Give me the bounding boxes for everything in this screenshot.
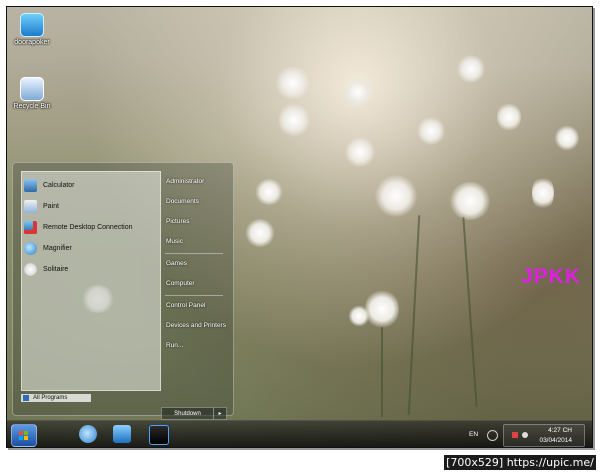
program-label: Calculator [43,181,75,189]
wallpaper-flower [417,117,445,145]
wallpaper-stem [381,327,383,417]
clock-date: 03/04/2014 [539,437,572,444]
watermark-text: JPKK [521,265,582,288]
program-paint[interactable]: Paint [24,196,59,216]
shutdown-button[interactable]: Shutdown [161,407,214,420]
wallpaper-flower [349,305,369,327]
wallpaper-flower [275,67,311,99]
place-games[interactable]: Games [166,260,187,267]
internet-explorer-icon[interactable] [79,425,97,443]
media-player-icon[interactable] [149,425,169,445]
wallpaper-flower [255,179,283,205]
program-remote-desktop[interactable]: Remote Desktop Connection [24,217,133,237]
wallpaper-flower [457,55,485,83]
place-computer[interactable]: Computer [166,280,195,287]
image-host-caption: [700x529] https://upic.me/ [444,455,596,470]
wallpaper-flower [497,102,521,132]
magnifier-icon [24,241,37,255]
desktop-icon-computer[interactable]: doorapoker [9,13,55,46]
desktop-icon-label: doorapoker [14,39,50,46]
all-programs-button[interactable]: All Programs [21,394,91,402]
clock[interactable]: 4:27 CH 03/04/2014 [503,424,585,447]
remote-desktop-icon [24,220,37,234]
wallpaper-stem [407,215,421,415]
desktop-screenshot: doorapoker Recycle Bin JPKK Calculator P… [6,6,593,448]
network-icon[interactable] [487,430,498,441]
taskbar: EN 4:27 CH 03/04/2014 [7,420,592,447]
language-indicator[interactable]: EN [469,431,478,438]
clock-time: 4:27 CH [548,427,572,434]
program-magnifier[interactable]: Magnifier [24,238,72,258]
wallpaper-flower [375,175,417,217]
wallpaper-flower [345,137,375,167]
place-music[interactable]: Music [166,238,183,245]
desktop-icon-recycle-bin[interactable]: Recycle Bin [9,77,55,110]
wallpaper-flower [532,175,554,211]
wallpaper-flower [245,219,275,247]
wallpaper-flower [343,77,373,107]
start-menu-programs-panel: Calculator Paint Remote Desktop Connecti… [21,171,161,391]
calculator-icon [24,178,37,192]
place-run[interactable]: Run... [166,342,183,349]
wallpaper-flower [279,102,309,138]
wallpaper-flower [555,125,579,151]
windows-logo-icon [19,431,29,440]
program-label: Paint [43,202,59,210]
program-label: Remote Desktop Connection [43,223,133,231]
place-control-panel[interactable]: Control Panel [166,302,205,309]
all-programs-arrow-icon [23,395,29,401]
solitaire-icon [24,262,37,276]
place-documents[interactable]: Documents [166,198,199,205]
wallpaper-stem [462,217,478,407]
shutdown-options-button[interactable]: ▸ [213,407,227,420]
library-icon[interactable] [113,425,131,443]
program-calculator[interactable]: Calculator [24,175,75,195]
program-solitaire[interactable]: Solitaire [24,259,68,279]
computer-icon [20,13,44,37]
volume-icon[interactable] [522,432,528,438]
all-programs-label: All Programs [33,395,68,401]
action-center-icon[interactable] [512,432,518,438]
wallpaper-flower [449,182,491,220]
program-label: Magnifier [43,244,72,252]
program-label: Solitaire [43,265,69,273]
place-administrator[interactable]: Administrator [166,178,204,185]
start-menu: Calculator Paint Remote Desktop Connecti… [12,162,234,420]
recycle-bin-icon [20,77,44,101]
places-divider [165,295,223,296]
desktop-icon-label: Recycle Bin [13,103,51,110]
places-divider [165,253,223,254]
paint-icon [24,199,37,213]
place-devices-and-printers[interactable]: Devices and Printers [166,322,226,329]
place-pictures[interactable]: Pictures [166,218,189,225]
wallpaper-flower [365,289,399,329]
start-button[interactable] [11,424,37,447]
